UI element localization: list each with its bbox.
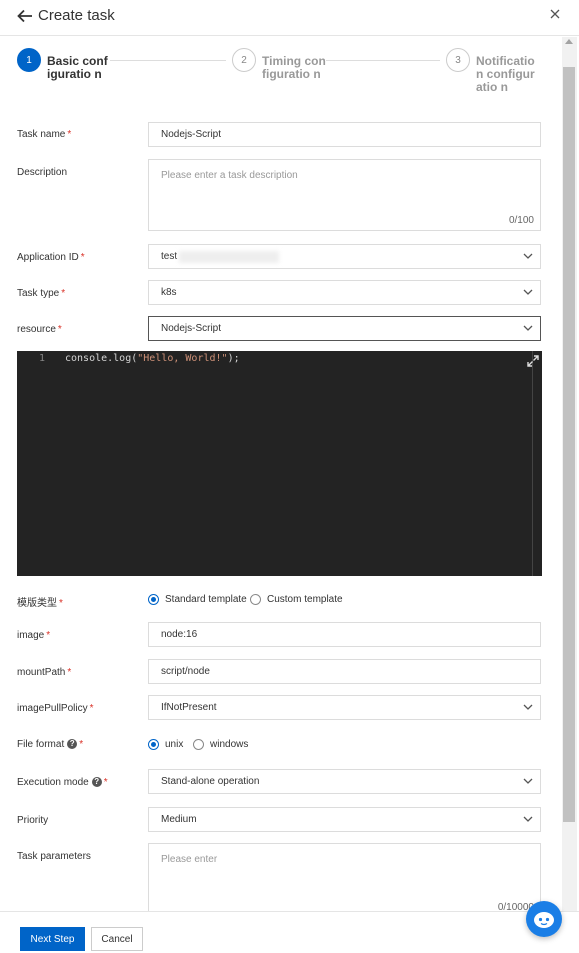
execution-mode-select[interactable]: Stand-alone operation [148,769,541,794]
step-connector [110,60,226,61]
task-parameters-textarea[interactable]: Please enter 0/10000 [148,843,541,911]
file-format-label: File format? * [17,739,84,750]
resource-select[interactable]: Nodejs-Script [148,316,541,341]
resource-label: resource * [17,324,62,335]
code-line: console.log("Hello, World!"); [65,353,240,364]
line-number: 1 [39,353,46,364]
back-arrow-icon[interactable] [16,7,34,25]
chevron-down-icon [523,704,533,710]
chevron-down-icon [523,778,533,784]
windows-label[interactable]: windows [210,739,248,750]
priority-label: Priority [17,815,49,826]
step-3-indicator: 3 [446,48,470,72]
scrollbar-thumb[interactable] [563,67,575,822]
dialog-footer: Next Step Cancel [0,911,579,953]
application-id-label: Application ID * [17,252,85,263]
cancel-button[interactable]: Cancel [91,927,143,951]
form-scroll-area[interactable]: 1 Basic configuratio n 2 Timing configur… [0,37,561,911]
help-icon[interactable]: ? [91,777,102,788]
step-3-title: Notification configuratio n [476,54,535,94]
custom-template-label[interactable]: Custom template [267,594,343,605]
step-1-title: Basic configuratio n [47,54,108,81]
step-1-indicator: 1 [17,48,41,72]
chevron-down-icon [523,253,533,259]
task-type-select[interactable]: k8s [148,280,541,305]
description-counter: 0/100 [508,215,534,226]
task-parameters-label: Task parameters [17,851,91,862]
redacted-value [179,251,279,263]
assistant-chat-button[interactable] [526,901,562,937]
chevron-down-icon [523,289,533,295]
scroll-up-arrow-icon[interactable] [565,39,573,44]
mount-path-label: mountPath * [17,667,72,678]
help-icon[interactable]: ? [67,739,78,750]
vertical-scrollbar[interactable] [562,37,577,911]
mount-path-input[interactable]: script/node [148,659,541,684]
step-connector [326,60,440,61]
dialog-header: Create task [0,0,579,36]
unix-radio[interactable] [148,739,159,750]
task-name-label: Task name * [17,129,72,140]
task-name-input[interactable]: Nodejs-Script [148,122,541,147]
standard-template-radio[interactable] [148,594,159,605]
next-step-button[interactable]: Next Step [20,927,85,951]
close-icon[interactable] [548,7,562,21]
chevron-down-icon [523,816,533,822]
step-2-indicator: 2 [232,48,256,72]
image-input[interactable]: node:16 [148,622,541,647]
windows-radio[interactable] [193,739,204,750]
editor-minimap-divider [532,351,533,576]
unix-label[interactable]: unix [165,739,183,750]
description-label: Description [17,167,68,178]
execution-mode-label: Execution mode? * [17,777,108,788]
template-type-label: 模版类型 * [17,598,63,609]
page-title: Create task [38,7,115,24]
priority-select[interactable]: Medium [148,807,541,832]
robot-icon [534,912,554,928]
image-pull-policy-select[interactable]: IfNotPresent [148,695,541,720]
task-type-label: Task type * [17,288,66,299]
custom-template-radio[interactable] [250,594,261,605]
description-textarea[interactable]: Please enter a task description 0/100 [148,159,541,231]
image-label: image * [17,630,51,641]
chevron-down-icon [523,325,533,331]
code-editor[interactable]: 1 console.log("Hello, World!"); [17,351,542,576]
standard-template-label[interactable]: Standard template [165,594,247,605]
step-2-title: Timing configuratio n [262,54,326,81]
image-pull-policy-label: imagePullPolicy * [17,703,94,714]
application-id-select[interactable]: test [148,244,541,269]
fullscreen-expand-icon[interactable] [527,355,539,367]
